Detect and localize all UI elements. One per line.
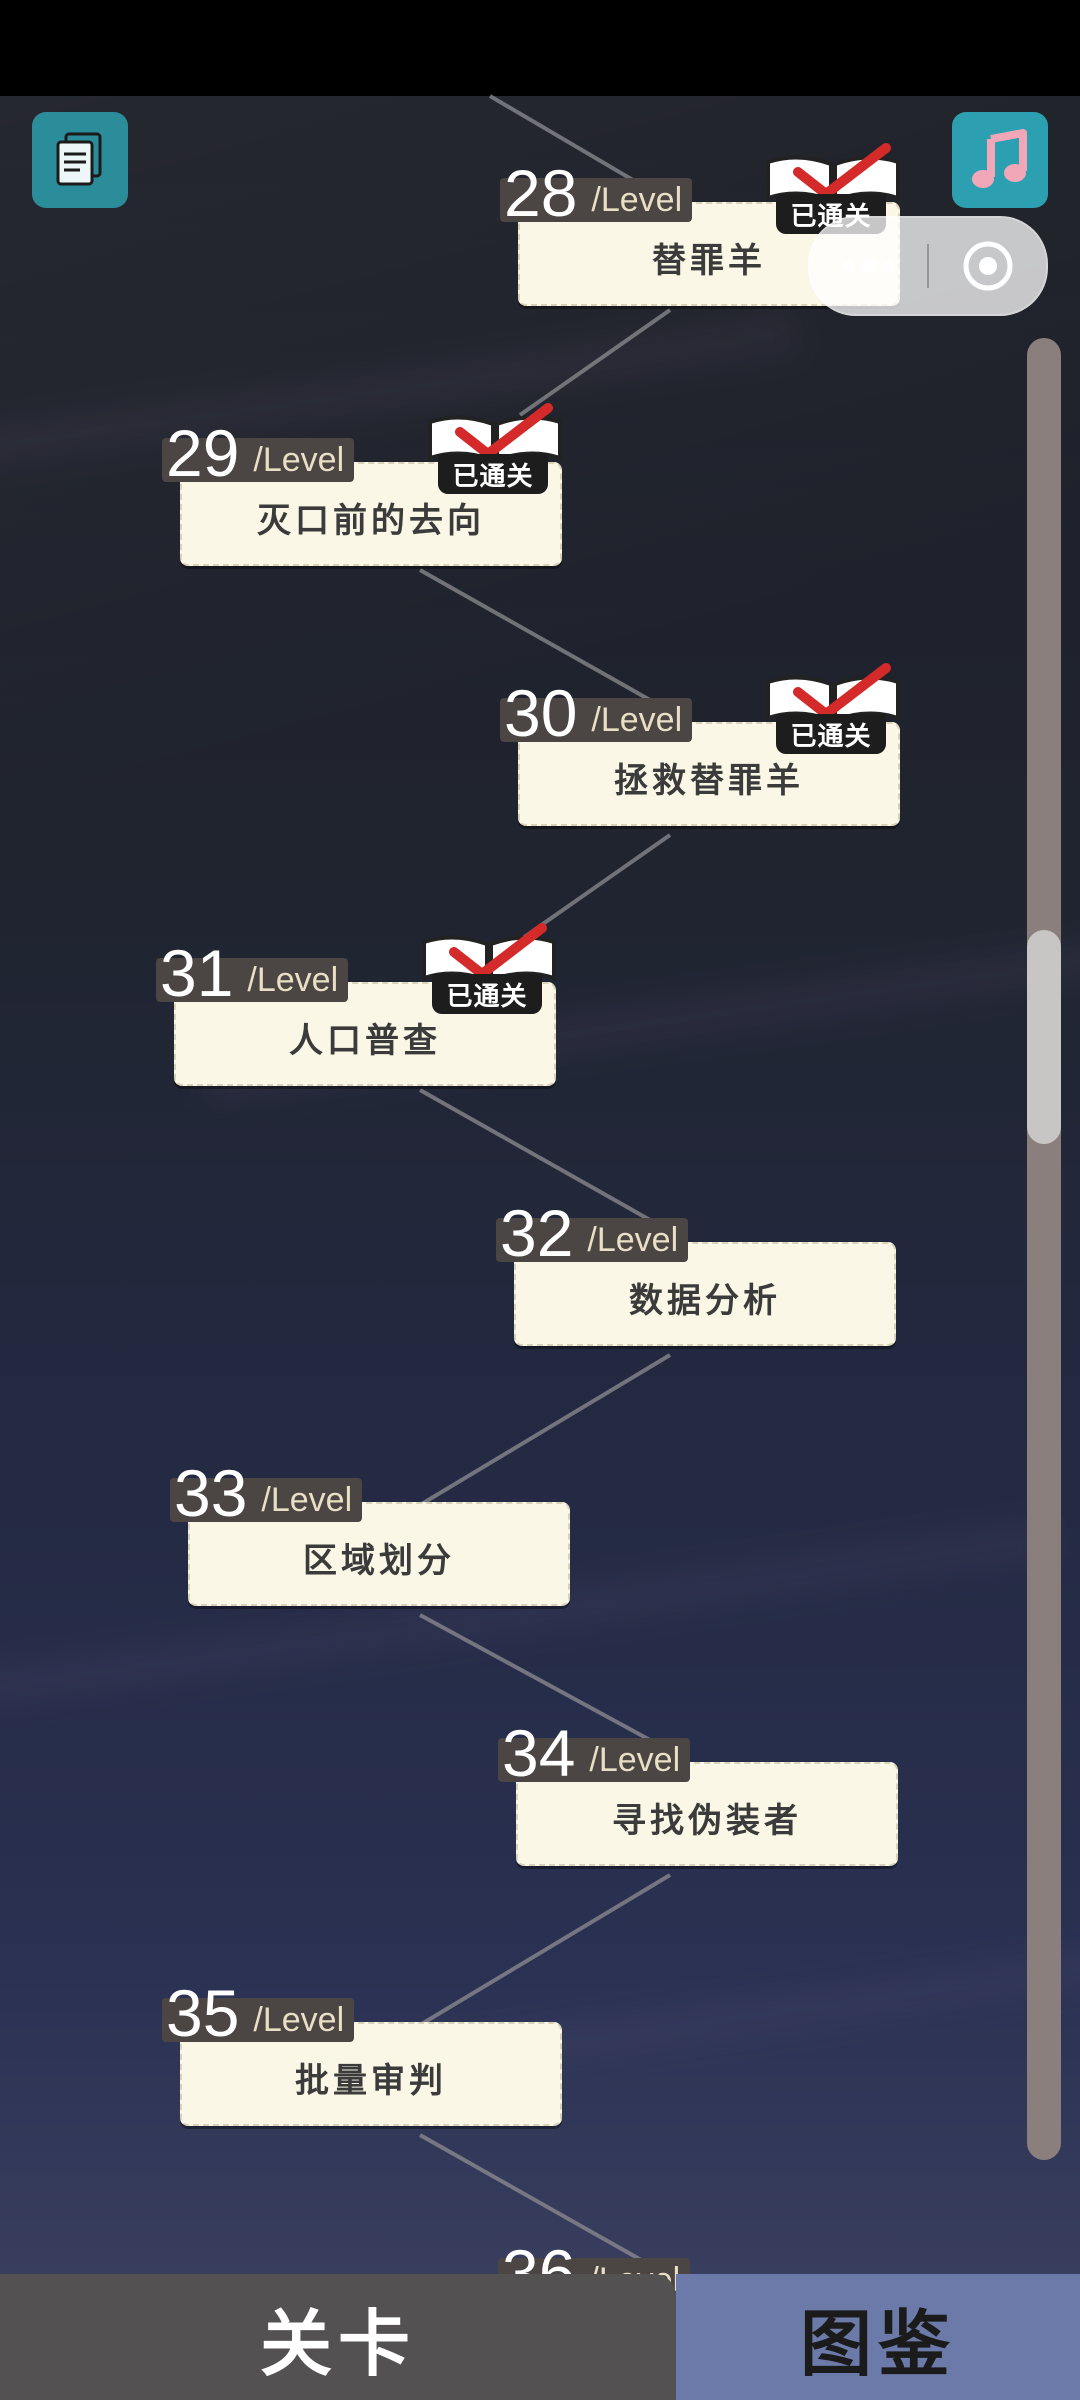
level-number: 28 (504, 156, 578, 230)
level-suffix: /Level (253, 2001, 345, 2039)
status-bar (0, 0, 1080, 96)
level-suffix: /Level (587, 1221, 679, 1259)
cleared-badge: 已通关 (758, 662, 908, 762)
scrollbar-thumb[interactable] (1027, 930, 1061, 1144)
cleared-badge: 已通关 (414, 922, 564, 1022)
level-number: 31 (160, 936, 234, 1010)
level-title: 批量审判 (295, 2060, 447, 2101)
level-number: 33 (174, 1456, 248, 1530)
level-number: 29 (166, 416, 240, 490)
tab-guide[interactable]: 图鉴 (676, 2274, 1080, 2400)
level-number: 32 (500, 1196, 574, 1270)
cleared-label: 已通关 (776, 714, 886, 754)
level-number: 34 (502, 1716, 576, 1790)
cleared-badge: 已通关 (420, 402, 570, 502)
level-suffix: /Level (253, 441, 345, 479)
tab-levels-label: 关卡 (259, 2301, 416, 2386)
level-title: 替罪羊 (652, 240, 766, 281)
level-title: 数据分析 (629, 1280, 781, 1321)
notes-button[interactable] (32, 112, 128, 208)
level-title: 区域划分 (303, 1540, 455, 1581)
level-suffix: /Level (591, 701, 683, 739)
bottom-tab-bar: 关卡 图鉴 (0, 2274, 1080, 2400)
more-button[interactable] (810, 218, 927, 314)
level-suffix: /Level (589, 1741, 681, 1779)
tab-guide-label: 图鉴 (799, 2301, 956, 2386)
miniprogram-capsule (808, 216, 1048, 316)
music-note-icon (972, 129, 1027, 188)
target-close-icon (963, 241, 1012, 291)
documents-icon (56, 132, 102, 186)
scrollbar-track[interactable] (1027, 338, 1061, 2160)
level-title: 寻找伪装者 (612, 1800, 802, 1841)
close-button[interactable] (929, 218, 1046, 314)
level-suffix: /Level (247, 961, 339, 999)
level-suffix: /Level (591, 181, 683, 219)
more-dots-icon (843, 259, 894, 273)
level-suffix: /Level (261, 1481, 353, 1519)
tab-levels[interactable]: 关卡 (0, 2274, 676, 2400)
cleared-label: 已通关 (438, 454, 548, 494)
music-button[interactable] (952, 112, 1048, 208)
cleared-label: 已通关 (432, 974, 542, 1014)
level-number: 35 (166, 1976, 240, 2050)
level-number: 30 (504, 676, 578, 750)
